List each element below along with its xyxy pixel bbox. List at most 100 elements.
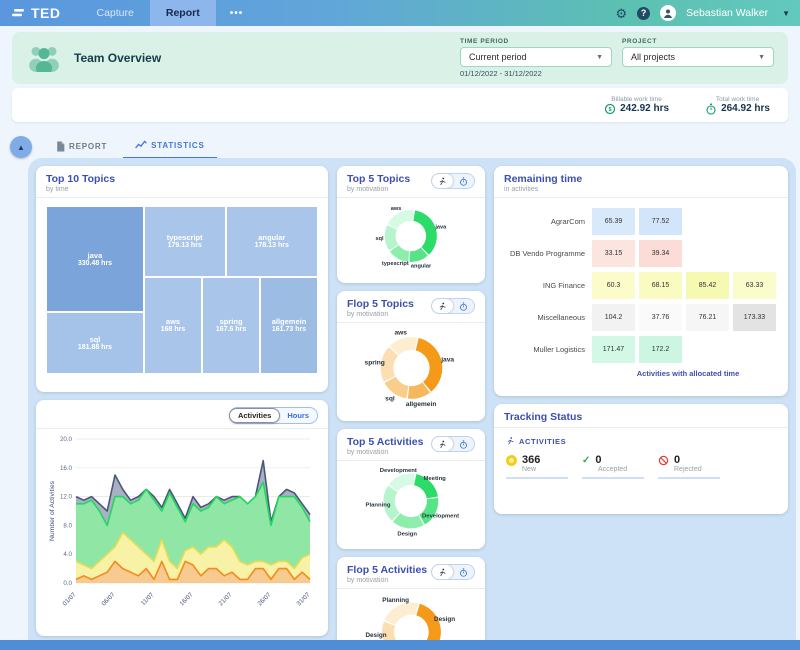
heatmap-cell[interactable]: 172.2 [639, 336, 682, 363]
treemap-cell-value: 161.73 hrs [272, 326, 306, 333]
heatmap-cell[interactable]: 76.21 [686, 304, 729, 331]
y-axis-label: Number of Activities [49, 480, 56, 541]
user-name[interactable]: Sebastian Walker [686, 7, 768, 19]
card-subtitle: by motivation [347, 449, 423, 456]
runner-icon[interactable] [432, 174, 453, 188]
collapse-header-button[interactable]: ▲ [10, 136, 32, 158]
heatmap-cell[interactable]: 60.3 [592, 272, 635, 299]
flop-5-topics-donut: javaallgemeinsqlspringaws [343, 323, 480, 413]
stopwatch-icon[interactable] [453, 437, 474, 451]
card-title: Top 5 Activities [347, 436, 423, 448]
treemap-cell-allgemein[interactable]: allgemein161.73 hrs [260, 277, 318, 374]
heatmap-cell[interactable]: 37.76 [639, 304, 682, 331]
user-menu-caret-icon[interactable]: ▼ [782, 9, 790, 18]
runner-icon[interactable] [432, 565, 453, 579]
stopwatch-icon[interactable] [453, 565, 474, 579]
x-tick-label: 01/07 [62, 591, 78, 607]
motivation-time-toggle[interactable] [431, 173, 475, 189]
heatmap-row: DB Vendo Programme33.1539.34 [498, 240, 776, 267]
treemap-cell-value: 181.88 hrs [78, 344, 112, 351]
donut-label: Development [422, 513, 459, 519]
runner-icon[interactable] [432, 299, 453, 313]
heatmap-cell[interactable]: 68.15 [639, 272, 682, 299]
heatmap-cell[interactable]: 77.52 [639, 208, 682, 235]
donut-segment-angular[interactable] [410, 252, 425, 257]
donut-label: Planning [366, 502, 391, 508]
heatmap-row-label: Muller Logistics [498, 345, 592, 354]
heatmap-cell[interactable]: 65.39 [592, 208, 635, 235]
donut-segment-aws[interactable] [393, 215, 414, 226]
donut-segment-spring[interactable] [387, 351, 394, 378]
card-remaining-time: Remaining time in activities AgrarCom65.… [494, 166, 788, 396]
treemap-cell-spring[interactable]: spring167.6 hrs [202, 277, 260, 374]
heatmap-cell[interactable]: 171.47 [592, 336, 635, 363]
donut-segment-java[interactable] [417, 344, 436, 387]
card-subtitle: by motivation [347, 186, 410, 193]
tab-report[interactable]: Report [150, 0, 216, 26]
donut-segment-planning[interactable] [390, 609, 417, 623]
stat-label: Rejected [674, 466, 720, 473]
user-avatar[interactable] [660, 5, 676, 21]
help-icon[interactable]: ? [637, 7, 650, 20]
time-period-select[interactable]: Current period ▼ [460, 47, 612, 67]
heatmap-row: Muller Logistics171.47172.2 [498, 336, 776, 363]
tab-statistics-view[interactable]: STATISTICS [123, 134, 216, 159]
card-title: Flop 5 Topics [347, 298, 414, 310]
runner-icon[interactable] [432, 437, 453, 451]
donut-segment-java[interactable] [414, 216, 431, 251]
tab-report-view[interactable]: REPORT [44, 134, 119, 159]
view-tabs: REPORT STATISTICS [44, 134, 217, 159]
x-tick-label: 06/07 [101, 591, 117, 607]
stopwatch-icon[interactable] [453, 174, 474, 188]
stopwatch-icon[interactable] [453, 299, 474, 313]
donut-segment-design[interactable] [418, 610, 435, 645]
project-value: All projects [631, 52, 675, 62]
donut-segment-meeting[interactable] [415, 480, 432, 498]
donut-segment-sql[interactable] [390, 227, 393, 247]
treemap-cell-angular[interactable]: angular178.13 hrs [226, 206, 318, 277]
more-menu-button[interactable]: ••• [216, 8, 258, 19]
treemap-cell-value: 167.6 hrs [216, 326, 246, 333]
chevron-down-icon: ▼ [758, 54, 765, 61]
donut-segment-development[interactable] [394, 479, 415, 488]
motivation-time-toggle[interactable] [431, 564, 475, 580]
tab-capture[interactable]: Capture [81, 0, 150, 26]
line-chart-icon [135, 140, 147, 150]
heatmap-cell[interactable]: 173.33 [733, 304, 776, 331]
treemap-cell-java[interactable]: java330.48 hrs [46, 206, 144, 312]
heatmap-row-label: Miscellaneous [498, 313, 592, 322]
donut-segment-allgemein[interactable] [408, 388, 426, 393]
heatmap-cell[interactable]: 85.42 [686, 272, 729, 299]
motivation-time-toggle[interactable] [431, 436, 475, 452]
donut-segment-design[interactable] [397, 517, 421, 522]
donut-segment-sql[interactable] [390, 380, 407, 392]
heatmap-cell[interactable]: 39.34 [639, 240, 682, 267]
donut-segment-typescript[interactable] [394, 248, 408, 256]
donut-segment-aws[interactable] [394, 344, 415, 351]
toggle-activities[interactable]: Activities [229, 408, 280, 423]
heatmap-cell[interactable]: 33.15 [592, 240, 635, 267]
activities-hours-toggle[interactable]: Activities Hours [229, 407, 318, 424]
motivation-time-toggle[interactable] [431, 298, 475, 314]
time-period-field: TIME PERIOD Current period ▼ 01/12/2022 … [460, 38, 612, 78]
card-tracking-status: Tracking Status ACTIVITIES 366New✓0Accep… [494, 404, 788, 514]
heatmap-empty-cell [686, 240, 729, 267]
project-select[interactable]: All projects ▼ [622, 47, 774, 67]
treemap-cell-aws[interactable]: aws168 hrs [144, 277, 202, 374]
accepted-check-icon: ✓ [582, 455, 590, 466]
donut-label: Design [365, 632, 386, 639]
treemap-cell-typescript[interactable]: typescript179.13 hrs [144, 206, 226, 277]
app-logo[interactable]: TED [0, 5, 81, 21]
time-period-range: 01/12/2022 - 31/12/2022 [460, 69, 612, 78]
tracking-stat-accepted: ✓0Accepted [582, 454, 644, 479]
logo-text: TED [31, 5, 61, 21]
heatmap-cell[interactable]: 104.2 [592, 304, 635, 331]
settings-gear-icon[interactable]: ⚙ [616, 7, 628, 20]
heatmap-cell[interactable]: 63.33 [733, 272, 776, 299]
donut-label: Design [397, 532, 417, 538]
toggle-hours[interactable]: Hours [279, 409, 317, 422]
treemap-cell-sql[interactable]: sql181.88 hrs [46, 312, 144, 374]
chevron-down-icon: ▼ [596, 54, 603, 61]
treemap-cell-value: 168 hrs [161, 326, 186, 333]
team-motivation-chart: 0.04.08.012.016.020.001/0706/0711/0716/0… [36, 429, 328, 625]
